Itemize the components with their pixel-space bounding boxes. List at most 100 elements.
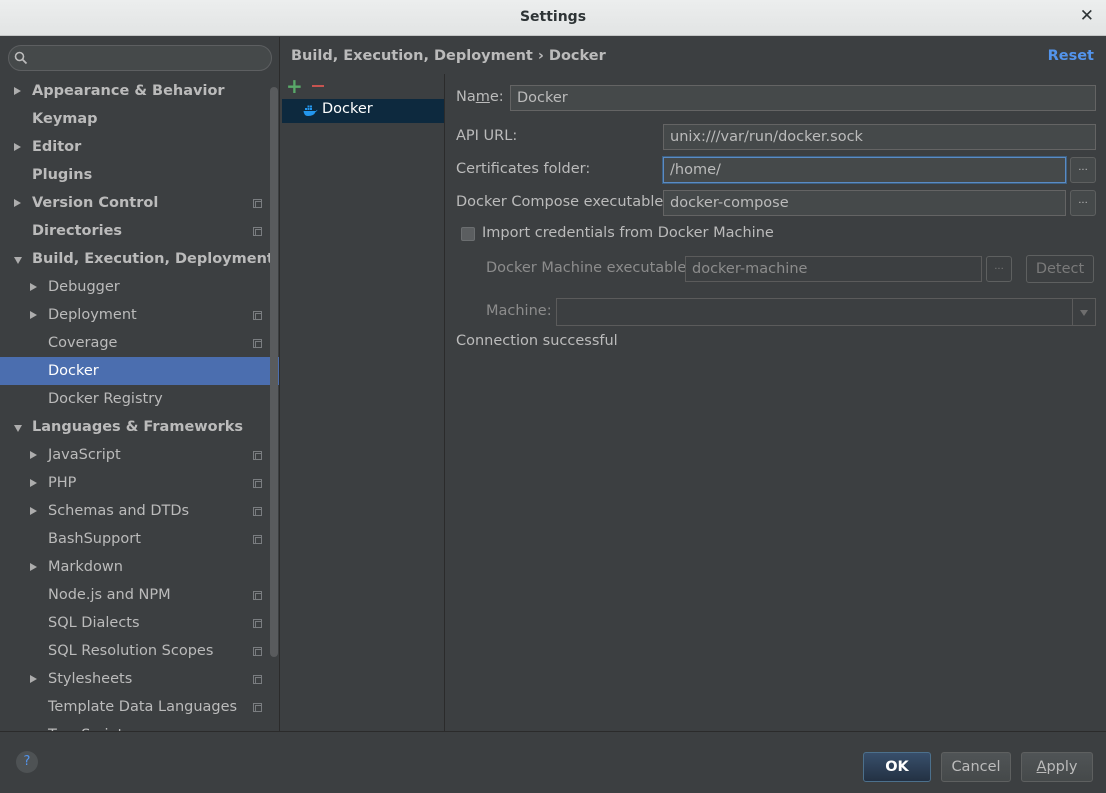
- sidebar-item-label: Markdown: [48, 559, 123, 575]
- minus-icon[interactable]: [312, 85, 324, 87]
- project-level-icon: [253, 647, 262, 656]
- sidebar-item[interactable]: Debugger: [0, 273, 279, 301]
- project-level-icon: [253, 675, 262, 684]
- sidebar-item[interactable]: Deployment: [0, 301, 279, 329]
- sidebar-item[interactable]: PHP: [0, 469, 279, 497]
- machine-select[interactable]: [556, 298, 1096, 326]
- api-url-field[interactable]: unix:///var/run/docker.sock: [663, 124, 1096, 150]
- docker-compose-browse-button[interactable]: ...: [1070, 190, 1096, 216]
- collapsed-arrow-icon[interactable]: [30, 507, 37, 515]
- sidebar-item[interactable]: Markdown: [0, 553, 279, 581]
- sidebar-item-label: Debugger: [48, 279, 120, 295]
- sidebar-item[interactable]: Docker: [0, 357, 279, 385]
- collapsed-arrow-icon[interactable]: [30, 451, 37, 459]
- window-title: Settings: [519, 9, 587, 25]
- detect-button[interactable]: Detect: [1026, 255, 1094, 283]
- docker-machine-executable-label: Docker Machine executable:: [486, 260, 692, 276]
- sidebar-item-label: BashSupport: [48, 531, 141, 547]
- list-item-docker[interactable]: Docker: [282, 99, 444, 123]
- sidebar-item-label: SQL Resolution Scopes: [48, 643, 214, 659]
- project-level-icon: [253, 591, 262, 600]
- expanded-arrow-icon[interactable]: [14, 257, 22, 264]
- connection-status: Connection successful: [456, 333, 618, 349]
- collapsed-arrow-icon[interactable]: [14, 143, 21, 151]
- expanded-arrow-icon[interactable]: [14, 425, 22, 432]
- sidebar-item[interactable]: Appearance & Behavior: [0, 77, 279, 105]
- sidebar-item[interactable]: JavaScript: [0, 441, 279, 469]
- sidebar-item-label: Keymap: [32, 111, 98, 127]
- sidebar-item-label: Directories: [32, 223, 123, 239]
- sidebar-item[interactable]: Plugins: [0, 161, 279, 189]
- sidebar-item-label: Plugins: [32, 167, 93, 183]
- sidebar-item[interactable]: BashSupport: [0, 525, 279, 553]
- help-icon[interactable]: ?: [16, 751, 38, 773]
- certificates-folder-field[interactable]: /home/: [663, 157, 1066, 183]
- settings-sidebar: Appearance & Behavior Keymap Editor Plugins…: [0, 37, 280, 731]
- cancel-button[interactable]: Cancel: [941, 752, 1011, 782]
- reset-link[interactable]: Reset: [1048, 48, 1094, 64]
- sidebar-item[interactable]: SQL Resolution Scopes: [0, 637, 279, 665]
- sidebar-item[interactable]: Directories: [0, 217, 279, 245]
- project-level-icon: [253, 479, 262, 488]
- collapsed-arrow-icon[interactable]: [30, 563, 37, 571]
- sidebar-item-label: TypeScript: [48, 721, 123, 731]
- collapsed-arrow-icon[interactable]: [30, 311, 37, 319]
- sidebar-item-label: Docker Registry: [48, 391, 163, 407]
- docker-machine-browse-button[interactable]: ...: [986, 256, 1012, 282]
- sidebar-item[interactable]: Build, Execution, Deployment: [0, 245, 279, 273]
- sidebar-item-label: SQL Dialects: [48, 615, 140, 631]
- sidebar-item-label: Editor: [32, 139, 82, 155]
- search-input[interactable]: [8, 45, 272, 71]
- machine-label: Machine:: [486, 303, 552, 319]
- chevron-down-icon: [1080, 310, 1088, 316]
- name-label: Name:: [456, 89, 504, 105]
- ok-button[interactable]: OK: [863, 752, 931, 782]
- sidebar-item-label: Deployment: [48, 307, 137, 323]
- sidebar-item-label: Template Data Languages: [48, 699, 238, 715]
- close-icon[interactable]: ✕: [1080, 6, 1094, 26]
- sidebar-item[interactable]: Node.js and NPM: [0, 581, 279, 609]
- sidebar-item[interactable]: Version Control: [0, 189, 279, 217]
- sidebar-item[interactable]: Editor: [0, 133, 279, 161]
- docker-whale-icon: [303, 105, 318, 116]
- apply-button[interactable]: Apply: [1021, 752, 1093, 782]
- collapsed-arrow-icon[interactable]: [14, 199, 21, 207]
- project-level-icon: [253, 311, 262, 320]
- collapsed-arrow-icon[interactable]: [30, 675, 37, 683]
- title-bar: Settings ✕: [0, 0, 1106, 36]
- sidebar-item-label: Docker: [48, 363, 99, 379]
- import-credentials-checkbox[interactable]: [461, 227, 475, 241]
- sidebar-item[interactable]: Schemas and DTDs: [0, 497, 279, 525]
- certificates-folder-label: Certificates folder:: [456, 161, 591, 177]
- name-field[interactable]: Docker: [510, 85, 1096, 111]
- sidebar-item[interactable]: Coverage: [0, 329, 279, 357]
- project-level-icon: [253, 619, 262, 628]
- api-url-label: API URL:: [456, 128, 518, 144]
- list-item-label: Docker: [322, 101, 373, 117]
- project-level-icon: [253, 703, 262, 712]
- sidebar-scrollbar[interactable]: [270, 87, 278, 657]
- collapsed-arrow-icon[interactable]: [30, 479, 37, 487]
- sidebar-item[interactable]: TypeScript: [0, 721, 279, 731]
- docker-machine-executable-field[interactable]: docker-machine: [685, 256, 982, 282]
- settings-tree: Appearance & Behavior Keymap Editor Plugins…: [0, 77, 279, 731]
- sidebar-item[interactable]: Languages & Frameworks: [0, 413, 279, 441]
- collapsed-arrow-icon[interactable]: [30, 283, 37, 291]
- sidebar-item[interactable]: Docker Registry: [0, 385, 279, 413]
- sidebar-item-label: JavaScript: [48, 447, 121, 463]
- sidebar-item-label: Coverage: [48, 335, 118, 351]
- plus-icon[interactable]: +: [286, 76, 303, 96]
- sidebar-item-label: Languages & Frameworks: [32, 419, 244, 435]
- sidebar-item[interactable]: Template Data Languages: [0, 693, 279, 721]
- project-level-icon: [253, 339, 262, 348]
- sidebar-item-label: Version Control: [32, 195, 159, 211]
- project-level-icon: [253, 507, 262, 516]
- collapsed-arrow-icon[interactable]: [14, 87, 21, 95]
- docker-servers-panel: [281, 74, 445, 731]
- certificates-browse-button[interactable]: ...: [1070, 157, 1096, 183]
- sidebar-item-label: Stylesheets: [48, 671, 133, 687]
- docker-compose-field[interactable]: docker-compose: [663, 190, 1066, 216]
- sidebar-item[interactable]: SQL Dialects: [0, 609, 279, 637]
- sidebar-item[interactable]: Stylesheets: [0, 665, 279, 693]
- sidebar-item[interactable]: Keymap: [0, 105, 279, 133]
